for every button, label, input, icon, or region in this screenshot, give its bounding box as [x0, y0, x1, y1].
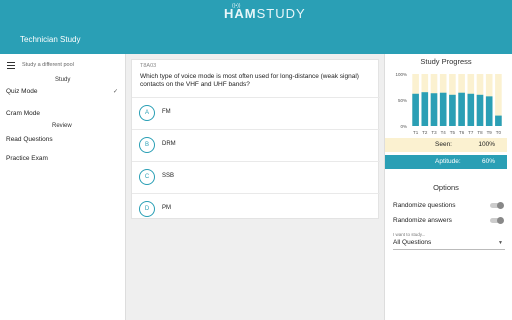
randomize-questions-label: Randomize questions: [393, 202, 456, 209]
chart-bar-aptitude: [449, 94, 456, 126]
x-tick-label: T6: [459, 130, 465, 135]
aptitude-row: Aptitude: 60%: [385, 155, 507, 169]
question-card: T8A03 Which type of voice mode is most o…: [131, 59, 380, 219]
randomize-questions-toggle[interactable]: [490, 202, 504, 209]
seen-row: Seen: 100%: [385, 138, 507, 152]
study-select-value: All Questions: [393, 239, 432, 246]
chart-bar-aptitude: [495, 115, 502, 126]
x-tick-label: T8: [477, 130, 483, 135]
chart-bar-aptitude: [476, 94, 484, 126]
y-tick-label: 0%: [400, 124, 407, 129]
review-section-heading: Review: [52, 123, 72, 129]
pool-selector[interactable]: Study a different pool: [0, 58, 126, 74]
page-title: Technician Study: [20, 35, 81, 44]
chart-bar-aptitude: [430, 93, 438, 126]
randomize-answers-label: Randomize answers: [393, 217, 452, 224]
aptitude-label: Aptitude:: [435, 158, 461, 165]
answer-letter-badge: A: [139, 105, 155, 121]
chart-bar-aptitude: [485, 96, 493, 126]
x-tick-label: T1: [413, 130, 419, 135]
progress-chart-svg: 100% 50% 0% T1 T2 T3 T4 T5 T6 T7 T8 T9 T0: [395, 72, 502, 135]
progress-panel: Study Progress 100% 50% 0% T1 T2 T3 T4 T5 T6 T7 T8…: [384, 54, 512, 320]
sidebar-item-cram-mode[interactable]: Cram Mode: [6, 110, 122, 120]
chart-bar-aptitude: [439, 92, 447, 126]
randomize-answers-toggle[interactable]: [490, 217, 504, 224]
x-tick-label: T2: [422, 130, 428, 135]
sidebar-item-label: Quiz Mode: [6, 88, 38, 95]
seen-label: Seen:: [435, 141, 452, 148]
study-select-label: I want to study...: [393, 232, 426, 237]
x-tick-label: T3: [431, 130, 437, 135]
progress-chart: 100% 50% 0% T1 T2 T3 T4 T5 T6 T7 T8 T9 T0: [385, 68, 507, 138]
logo-signal-mark: ((•)): [232, 3, 241, 9]
answer-text: SSB: [162, 173, 175, 179]
answer-text: FM: [162, 109, 171, 115]
chart-bar-aptitude: [458, 92, 465, 126]
aptitude-value: 60%: [481, 158, 495, 165]
x-tick-label: T7: [468, 130, 474, 135]
answer-option-b[interactable]: B DRM: [132, 129, 380, 161]
sidebar-item-label: Read Questions: [6, 136, 53, 143]
randomize-answers-row: Randomize answers: [393, 217, 507, 227]
app-header: ((•)) HAMSTUDY Technician Study: [0, 0, 512, 54]
answer-letter-badge: B: [139, 137, 155, 153]
sidebar: Study a different pool Study Quiz Mode ✓…: [0, 54, 126, 320]
answer-letter-badge: D: [139, 201, 155, 217]
x-tick-label: T9: [487, 130, 493, 135]
x-tick-label: T4: [441, 130, 447, 135]
study-section-heading: Study: [55, 77, 71, 83]
sidebar-item-label: Practice Exam: [6, 155, 48, 162]
randomize-questions-row: Randomize questions: [393, 202, 507, 212]
study-progress-title: Study Progress: [420, 57, 472, 66]
pool-placeholder: Study a different pool: [22, 62, 74, 68]
sidebar-item-read-questions[interactable]: Read Questions: [6, 136, 122, 146]
logo-text-light: STUDY: [256, 6, 306, 21]
chart-bar-aptitude: [467, 93, 475, 126]
hamstudy-logo[interactable]: ((•)) HAMSTUDY: [224, 3, 306, 21]
chart-bar-aptitude: [412, 93, 419, 126]
answer-option-a[interactable]: A FM: [132, 97, 380, 129]
question-id: T8A03: [140, 63, 157, 69]
question-text: Which type of voice mode is most often u…: [140, 73, 359, 88]
sidebar-item-label: Cram Mode: [6, 110, 40, 117]
answer-text: DRM: [162, 141, 176, 147]
chart-bar-aptitude: [421, 92, 429, 126]
menu-icon[interactable]: [7, 62, 15, 69]
seen-value: 100%: [478, 141, 495, 148]
answer-letter-badge: C: [139, 169, 155, 185]
y-tick-label: 100%: [395, 72, 407, 77]
answer-text: PM: [162, 205, 171, 211]
x-tick-label: T0: [496, 130, 502, 135]
x-tick-label: T5: [450, 130, 456, 135]
options-title: Options: [433, 183, 459, 192]
check-icon: ✓: [112, 89, 118, 95]
study-select[interactable]: All Questions ▼: [393, 239, 505, 250]
sidebar-item-practice-exam[interactable]: Practice Exam: [6, 155, 122, 165]
answer-option-c[interactable]: C SSB: [132, 161, 380, 193]
caret-down-icon: ▼: [498, 240, 503, 246]
sidebar-item-quiz-mode[interactable]: Quiz Mode ✓: [6, 88, 122, 98]
y-tick-label: 50%: [398, 98, 407, 103]
answer-option-d[interactable]: D PM: [132, 193, 380, 225]
